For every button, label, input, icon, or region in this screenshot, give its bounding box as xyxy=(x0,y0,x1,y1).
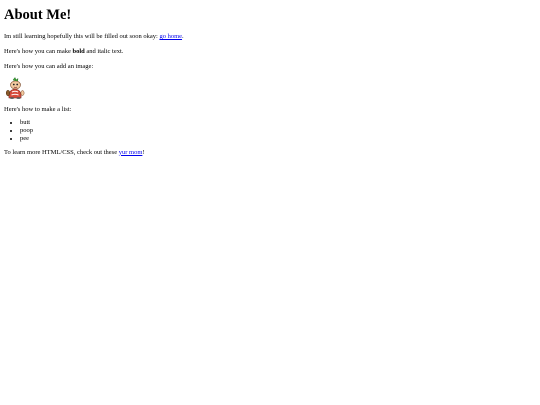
bold-text: bold xyxy=(72,47,85,55)
page-content: About Me! Im still learning hopefully th… xyxy=(0,0,540,166)
list-item: pee xyxy=(20,135,536,143)
format-text-before: Here's how you can make xyxy=(4,47,73,55)
go-home-link[interactable]: go home xyxy=(159,33,182,40)
intro-period: . xyxy=(182,32,184,40)
format-paragraph: Here's how you can make bold and italic … xyxy=(4,48,536,56)
outro-text-before: To learn more HTML/CSS, check out these xyxy=(4,148,119,156)
outro-exclamation: ! xyxy=(142,148,145,156)
page-title: About Me! xyxy=(4,7,72,23)
outro-paragraph: To learn more HTML/CSS, check out these … xyxy=(4,149,536,157)
cartoon-character-icon xyxy=(4,77,26,100)
cartoon-character-image xyxy=(5,77,25,100)
image-intro-paragraph: Here's how you can add an image: xyxy=(4,62,94,70)
intro-paragraph: Im still learning hopefully this will be… xyxy=(4,33,536,41)
intro-text: Im still learning hopefully this will be… xyxy=(4,32,160,40)
list-item: butt xyxy=(20,119,536,127)
list-item: poop xyxy=(20,127,536,135)
list-intro-paragraph: Here's how to make a list: xyxy=(4,106,72,114)
yur-mom-link[interactable]: yur mom xyxy=(119,149,143,156)
format-text-after: and italic text. xyxy=(84,47,124,55)
example-list: butt poop pee xyxy=(4,119,536,142)
